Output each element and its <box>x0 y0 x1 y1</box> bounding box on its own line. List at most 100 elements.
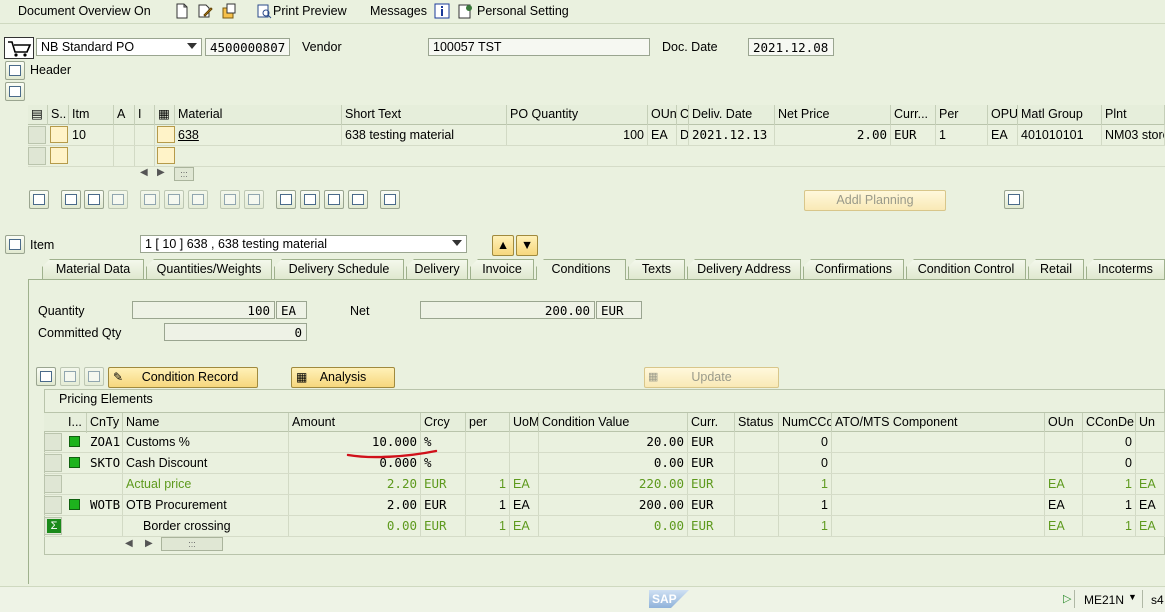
col-short-text[interactable]: Short Text <box>342 105 507 125</box>
tab-incoterms[interactable]: Incoterms <box>1086 259 1165 279</box>
col-itm[interactable]: Itm <box>69 105 114 125</box>
col-condition-value[interactable]: Condition Value <box>539 413 688 433</box>
scroll-left-icon[interactable]: ◀ <box>140 167 148 178</box>
tab-conditions[interactable]: Conditions <box>536 259 626 280</box>
tab-texts[interactable]: Texts <box>628 259 685 279</box>
table-row[interactable]: WOTB OTB Procurement 2.00 EUR 1 EA 200.00 EUR 1 E… <box>44 495 1165 516</box>
expand-items-button[interactable] <box>5 82 25 101</box>
split-button[interactable] <box>244 190 264 209</box>
filter-button[interactable] <box>324 190 344 209</box>
pricing-horizontal-scrollbar[interactable]: ::: <box>161 537 223 551</box>
material-box[interactable] <box>157 126 175 143</box>
col-oun[interactable]: OUn <box>648 105 677 125</box>
chevron-down-icon[interactable]: ▼ <box>1128 592 1137 602</box>
col-pricing-i[interactable]: I... <box>65 413 87 433</box>
col-opu[interactable]: OPU <box>988 105 1018 125</box>
tab-delivery-address[interactable]: Delivery Address <box>687 259 801 279</box>
col-per[interactable]: per <box>466 413 510 433</box>
col-plnt[interactable]: Plnt <box>1102 105 1165 125</box>
tab-delivery[interactable]: Delivery <box>406 259 468 279</box>
col-a[interactable]: A <box>114 105 135 125</box>
material-box[interactable] <box>157 147 175 164</box>
table-row[interactable]: SKTO Cash Discount 0.000% 0.00 EUR 0 0 <box>44 453 1165 474</box>
col-po-quantity[interactable]: PO Quantity <box>507 105 648 125</box>
lock-button[interactable] <box>164 190 184 209</box>
tab-retail[interactable]: Retail <box>1028 259 1084 279</box>
row-selector[interactable] <box>28 147 46 165</box>
personal-setting-button[interactable]: Personal Setting <box>477 4 569 18</box>
insert-button[interactable] <box>108 190 128 209</box>
item-cat-cell[interactable] <box>135 125 155 145</box>
acct-cat-cell[interactable] <box>114 146 135 166</box>
tab-delivery-schedule[interactable]: Delivery Schedule <box>274 259 404 279</box>
copy-button[interactable] <box>61 190 81 209</box>
horizontal-scrollbar[interactable]: ::: <box>174 167 194 181</box>
table-row[interactable]: 10 638 638 testing material 100 EA D 202… <box>28 125 1165 146</box>
row-selector[interactable] <box>44 496 62 514</box>
tab-invoice[interactable]: Invoice <box>470 259 534 279</box>
print-preview-button[interactable]: Print Preview <box>273 4 347 18</box>
other-document-icon[interactable] <box>221 3 237 19</box>
col-oun[interactable]: OUn <box>1045 413 1083 433</box>
tab-quantities-weights[interactable]: Quantities/Weights <box>146 259 272 279</box>
row-selector[interactable] <box>44 433 62 451</box>
scroll-right-icon[interactable]: ▶ <box>145 538 153 549</box>
next-item-button[interactable]: ▼ <box>516 235 538 256</box>
material-link[interactable]: 638 <box>175 125 342 145</box>
expand-header-button[interactable] <box>5 61 25 80</box>
col-matl-group[interactable]: Matl Group <box>1018 105 1102 125</box>
sum-button[interactable] <box>348 190 368 209</box>
scroll-right-icon[interactable]: ▶ <box>157 167 165 178</box>
collapse-item-button[interactable] <box>5 235 25 254</box>
messages-button[interactable]: Messages <box>370 4 427 18</box>
table-row[interactable]: Σ Border crossing 0.00 EUR 1 EA 0.00 EUR 1 EA 1 EA <box>44 516 1165 537</box>
delete-button[interactable] <box>140 190 160 209</box>
play-icon[interactable]: ▷ <box>1063 592 1071 605</box>
update-button[interactable]: ▦ Update <box>644 367 779 388</box>
doc-date-field[interactable]: 2021.12.08 <box>748 38 834 56</box>
acct-cat-cell[interactable] <box>114 125 135 145</box>
col-curr[interactable]: Curr. <box>688 413 735 433</box>
table-row[interactable] <box>28 146 1165 167</box>
col-amount[interactable]: Amount <box>289 413 421 433</box>
scroll-left-icon[interactable]: ◀ <box>125 538 133 549</box>
item-cat-cell[interactable] <box>135 146 155 166</box>
col-status[interactable]: Status <box>735 413 779 433</box>
col-s[interactable]: S.. <box>48 105 69 125</box>
col-net-price[interactable]: Net Price <box>775 105 891 125</box>
layout-button[interactable] <box>380 190 400 209</box>
info-icon[interactable] <box>434 3 450 19</box>
col-c[interactable]: C <box>677 105 689 125</box>
col-icon[interactable]: ▦ <box>155 105 175 125</box>
structure-button[interactable] <box>1004 190 1024 209</box>
col-curr[interactable]: Curr... <box>891 105 936 125</box>
addl-planning-button[interactable]: Addl Planning <box>804 190 946 211</box>
row-selector[interactable] <box>44 475 62 493</box>
add-line-button[interactable] <box>60 367 80 386</box>
row-selector[interactable] <box>44 454 62 472</box>
delete-line-button[interactable] <box>84 367 104 386</box>
vendor-field[interactable]: 100057 TST <box>428 38 650 56</box>
col-numcco[interactable]: NumCCo <box>779 413 832 433</box>
col-material[interactable]: Material <box>175 105 342 125</box>
analysis-button[interactable]: ▦ Analysis <box>291 367 395 388</box>
shopping-cart-icon[interactable] <box>4 37 34 59</box>
po-type-select[interactable]: NB Standard PO <box>36 38 202 56</box>
new-document-icon[interactable] <box>174 3 190 19</box>
item-number[interactable] <box>69 146 114 166</box>
unlock-button[interactable] <box>188 190 208 209</box>
sort-descending-button[interactable] <box>300 190 320 209</box>
tab-material-data[interactable]: Material Data <box>42 259 144 279</box>
col-cconde[interactable]: CConDe <box>1083 413 1136 433</box>
previous-item-button[interactable]: ▲ <box>492 235 514 256</box>
po-number-field[interactable]: 4500000807 <box>205 38 290 56</box>
paste-button[interactable] <box>84 190 104 209</box>
row-selector[interactable] <box>28 126 46 144</box>
col-crcy[interactable]: Crcy <box>421 413 466 433</box>
tab-condition-control[interactable]: Condition Control <box>906 259 1026 279</box>
table-row[interactable]: Actual price 2.20 EUR 1 EA 220.00 EUR 1 EA 1 EA <box>44 474 1165 495</box>
table-row[interactable]: ZOA1 Customs % 10.000% 20.00 EUR 0 0 <box>44 432 1165 453</box>
condition-record-button[interactable]: ✎ Condition Record <box>108 367 258 388</box>
edit-document-icon[interactable] <box>197 3 213 19</box>
item-select[interactable]: 1 [ 10 ] 638 , 638 testing material <box>140 235 467 253</box>
